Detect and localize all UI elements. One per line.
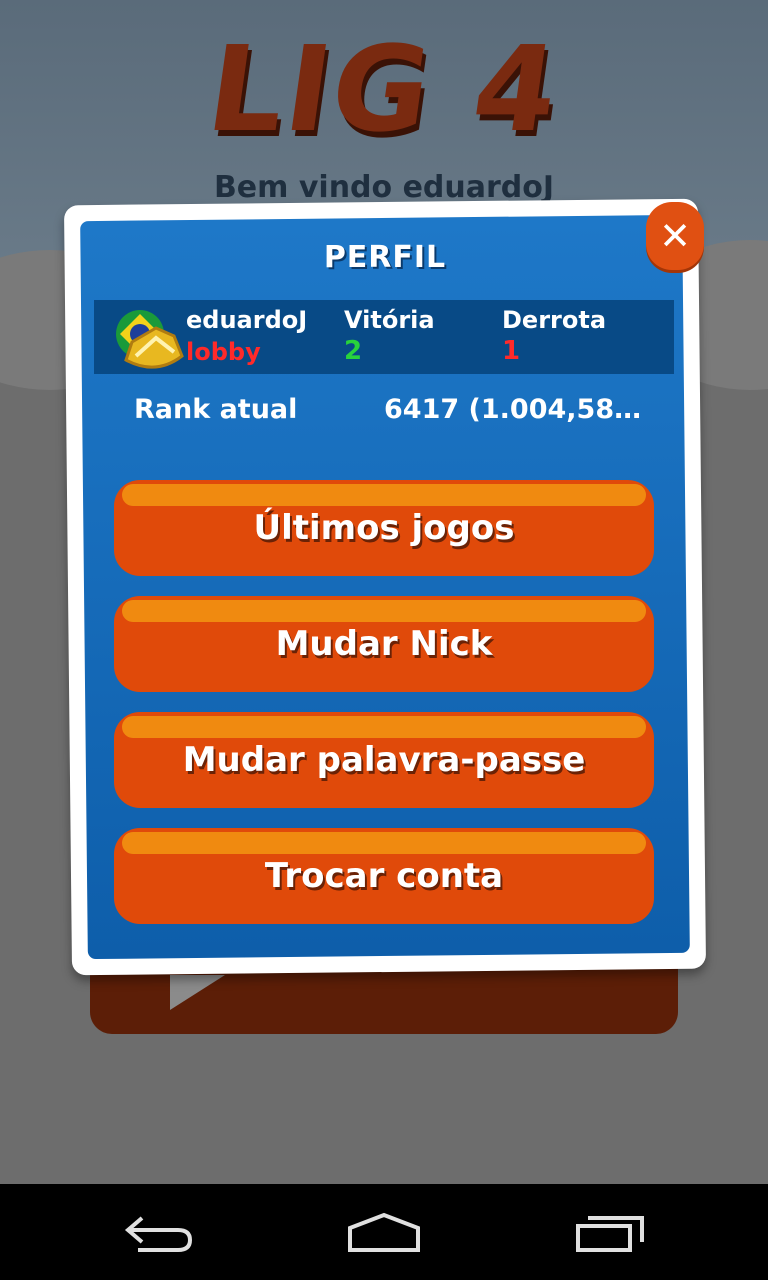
button-label: Últimos jogos [253, 508, 515, 548]
last-games-button[interactable]: Últimos jogos [114, 480, 654, 576]
user-status: lobby [186, 338, 261, 366]
close-button[interactable]: ✕ [646, 202, 704, 270]
button-highlight [122, 832, 646, 854]
close-icon: ✕ [659, 214, 691, 258]
losses-count: 1 [502, 336, 521, 366]
rank-value: 6417 (1.004,58 Pt... [384, 394, 642, 425]
button-highlight [122, 484, 646, 506]
game-logo: LIG 4 [199, 20, 569, 158]
losses-label: Derrota [502, 306, 607, 334]
button-highlight [122, 600, 646, 622]
button-label: Mudar palavra-passe [182, 740, 586, 780]
button-label: Mudar Nick [275, 624, 493, 664]
wins-count: 2 [344, 336, 363, 366]
button-label: Trocar conta [264, 856, 504, 896]
brazil-flag-rank-badge-icon [116, 310, 184, 369]
switch-account-button[interactable]: Trocar conta [114, 828, 654, 924]
background-panel-notch [170, 975, 225, 1010]
recent-apps-icon[interactable] [574, 1212, 646, 1254]
rank-label: Rank atual [134, 394, 298, 425]
wins-label: Vitória [344, 306, 435, 334]
button-highlight [122, 716, 646, 738]
change-nick-button[interactable]: Mudar Nick [114, 596, 654, 692]
home-icon[interactable] [346, 1212, 422, 1254]
username: eduardoJ [186, 306, 308, 334]
dialog-title: PERFIL [323, 240, 447, 275]
change-password-button[interactable]: Mudar palavra-passe [114, 712, 654, 808]
back-icon[interactable] [122, 1212, 196, 1252]
